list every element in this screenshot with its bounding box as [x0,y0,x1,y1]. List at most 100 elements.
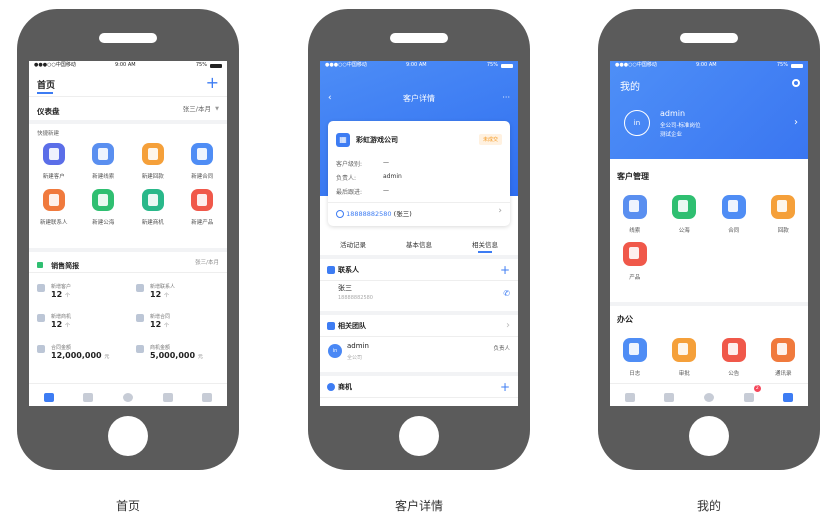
product-icon [191,189,214,211]
tab-home[interactable]: 首页 [610,384,650,406]
quick-item-new-lead[interactable]: 新建线索 [79,143,129,180]
phone-mine: ●●●○○中国移动 9:00 AM 75% 我的 in admin 全公司-标准… [598,9,820,470]
dashboard-row[interactable]: 仪表盘 张三/本月 ▼ [29,101,227,117]
stat-opportunity-amount[interactable]: 商机金额 5,000,000 元 [128,344,227,360]
quick-item-new-contact[interactable]: 新建联系人 [29,189,79,226]
call-icon[interactable]: ✆ [503,289,510,298]
tab-mine[interactable]: 我的 [768,384,808,406]
chevron-right-icon[interactable]: › [506,315,510,337]
quick-item-new-customer[interactable]: 新建客户 [29,143,79,180]
megaphone-icon [721,338,746,362]
user-name: admin [660,109,686,118]
contract-stat-icon [136,314,144,322]
phone-home: ●●●○○中国移动 9:00 AM 75% 首页 + 仪表盘 张三/本月 ▼ 快… [17,9,239,470]
task-icon [162,393,173,402]
speaker [680,33,738,43]
pool-icon [92,189,115,211]
caret-down-icon: ▼ [215,106,219,112]
battery-icon [210,64,222,68]
item-approval[interactable]: 审批 [660,338,710,377]
item-log[interactable]: 日志 [610,338,660,377]
phone-row[interactable]: 18888882580 (张三) [336,208,412,218]
phone-contact-name: (张三) [393,210,412,218]
stat-new-contacts[interactable]: 新增联系人 12 个 [128,283,227,299]
sales-brief-header[interactable]: 销售简报 张三/本月 [29,257,227,270]
home-navbar: 首页 + [29,71,227,97]
item-contracts[interactable]: 合同 [709,195,759,234]
item-payments[interactable]: 回款 [759,195,809,234]
phone-icon [336,210,344,218]
tab-basic-info[interactable]: 基本信息 [386,239,452,249]
lead-icon [622,195,647,219]
opportunity-icon [141,189,164,211]
time-text: 9:00 AM [115,62,136,68]
pool-icon [672,195,697,219]
chevron-right-icon[interactable]: › [498,206,502,216]
home-icon [43,393,54,402]
quick-item-new-pool[interactable]: 新建公海 [79,189,129,226]
tab-home[interactable]: 首页 [29,384,69,406]
stat-new-customers[interactable]: 新增客户 12 个 [29,283,128,299]
tab-customers[interactable]: 客户 [650,384,690,406]
carrier-text: ●●●○○中国移动 [615,62,657,68]
bottom-tab-bar: 首页 客户 商机 2任务 我的 [610,383,808,406]
company-icon: ▦ [336,133,350,147]
divider [29,272,227,273]
contact-phone: 18888882580 [338,295,373,301]
section-customer-mgmt: 客户管理 [617,172,649,181]
caption-home: 首页 [115,499,140,513]
section-team[interactable]: 相关团队 › [320,315,518,337]
quick-item-new-product[interactable]: 新建产品 [178,189,228,226]
home-button [108,416,148,456]
stat-contract-amount[interactable]: 合同金额 12,000,000 元 [29,344,128,360]
log-icon [622,338,647,362]
stat-new-contracts[interactable]: 新增合同 12 个 [128,313,227,329]
tab-opportunities[interactable]: 商机 [689,384,729,406]
avatar: in [328,344,342,358]
caption-mine: 我的 [696,499,721,513]
sales-brief-icon [37,262,43,268]
settings-icon[interactable] [792,79,800,87]
lead-icon [92,143,115,165]
tab-tasks[interactable]: 任务 [148,384,188,406]
time-text: 9:00 AM [696,62,717,68]
item-leads[interactable]: 线索 [610,195,660,234]
quick-item-new-opportunity[interactable]: 新建商机 [128,189,178,226]
quick-item-new-payment[interactable]: 新建回款 [128,143,178,180]
battery-icon [791,64,803,68]
product-icon [622,242,647,266]
quick-item-new-contract[interactable]: 新建合同 [178,143,228,180]
item-products[interactable]: 产品 [610,242,660,281]
caption-detail: 客户详情 [394,499,443,513]
more-icon[interactable]: ··· [502,93,510,102]
quick-create-grid: 新建客户 新建线索 新建回款 新建合同 新建联系人 新建公海 新建商机 新建产品 [29,143,227,226]
tab-tasks[interactable]: 2任务 [729,384,769,406]
stat-new-opportunities[interactable]: 新增商机 12 个 [29,313,128,329]
tab-customers[interactable]: 客户 [69,384,109,406]
item-announcement[interactable]: 公告 [709,338,759,377]
team-icon [327,322,335,330]
divider [29,120,227,124]
tab-related-info[interactable]: 相关信息 [452,239,518,253]
coin-icon [122,393,133,402]
add-icon[interactable]: + [206,73,219,92]
item-pool[interactable]: 公海 [660,195,710,234]
user-icon [783,393,794,402]
section-office: 办公 [617,315,633,324]
battery-text: 75% [776,62,788,68]
section-contacts[interactable]: 联系人 + [320,259,518,281]
divider [328,202,510,203]
item-contacts-book[interactable]: 通讯录 [759,338,809,377]
avatar[interactable]: in [624,110,650,136]
tab-activity[interactable]: 活动记录 [320,239,386,249]
chevron-right-icon[interactable]: › [794,117,798,128]
contacts-icon [327,266,335,274]
back-icon[interactable]: ‹ [328,93,332,103]
add-opportunity-icon[interactable]: + [500,376,510,398]
section-opportunities[interactable]: 商机 + [320,376,518,398]
add-contact-icon[interactable]: + [500,259,510,281]
tab-apps[interactable]: 应用 [187,384,227,406]
payment-icon [141,143,164,165]
title-underline [37,92,53,94]
tab-opportunities[interactable]: 商机 [108,384,148,406]
